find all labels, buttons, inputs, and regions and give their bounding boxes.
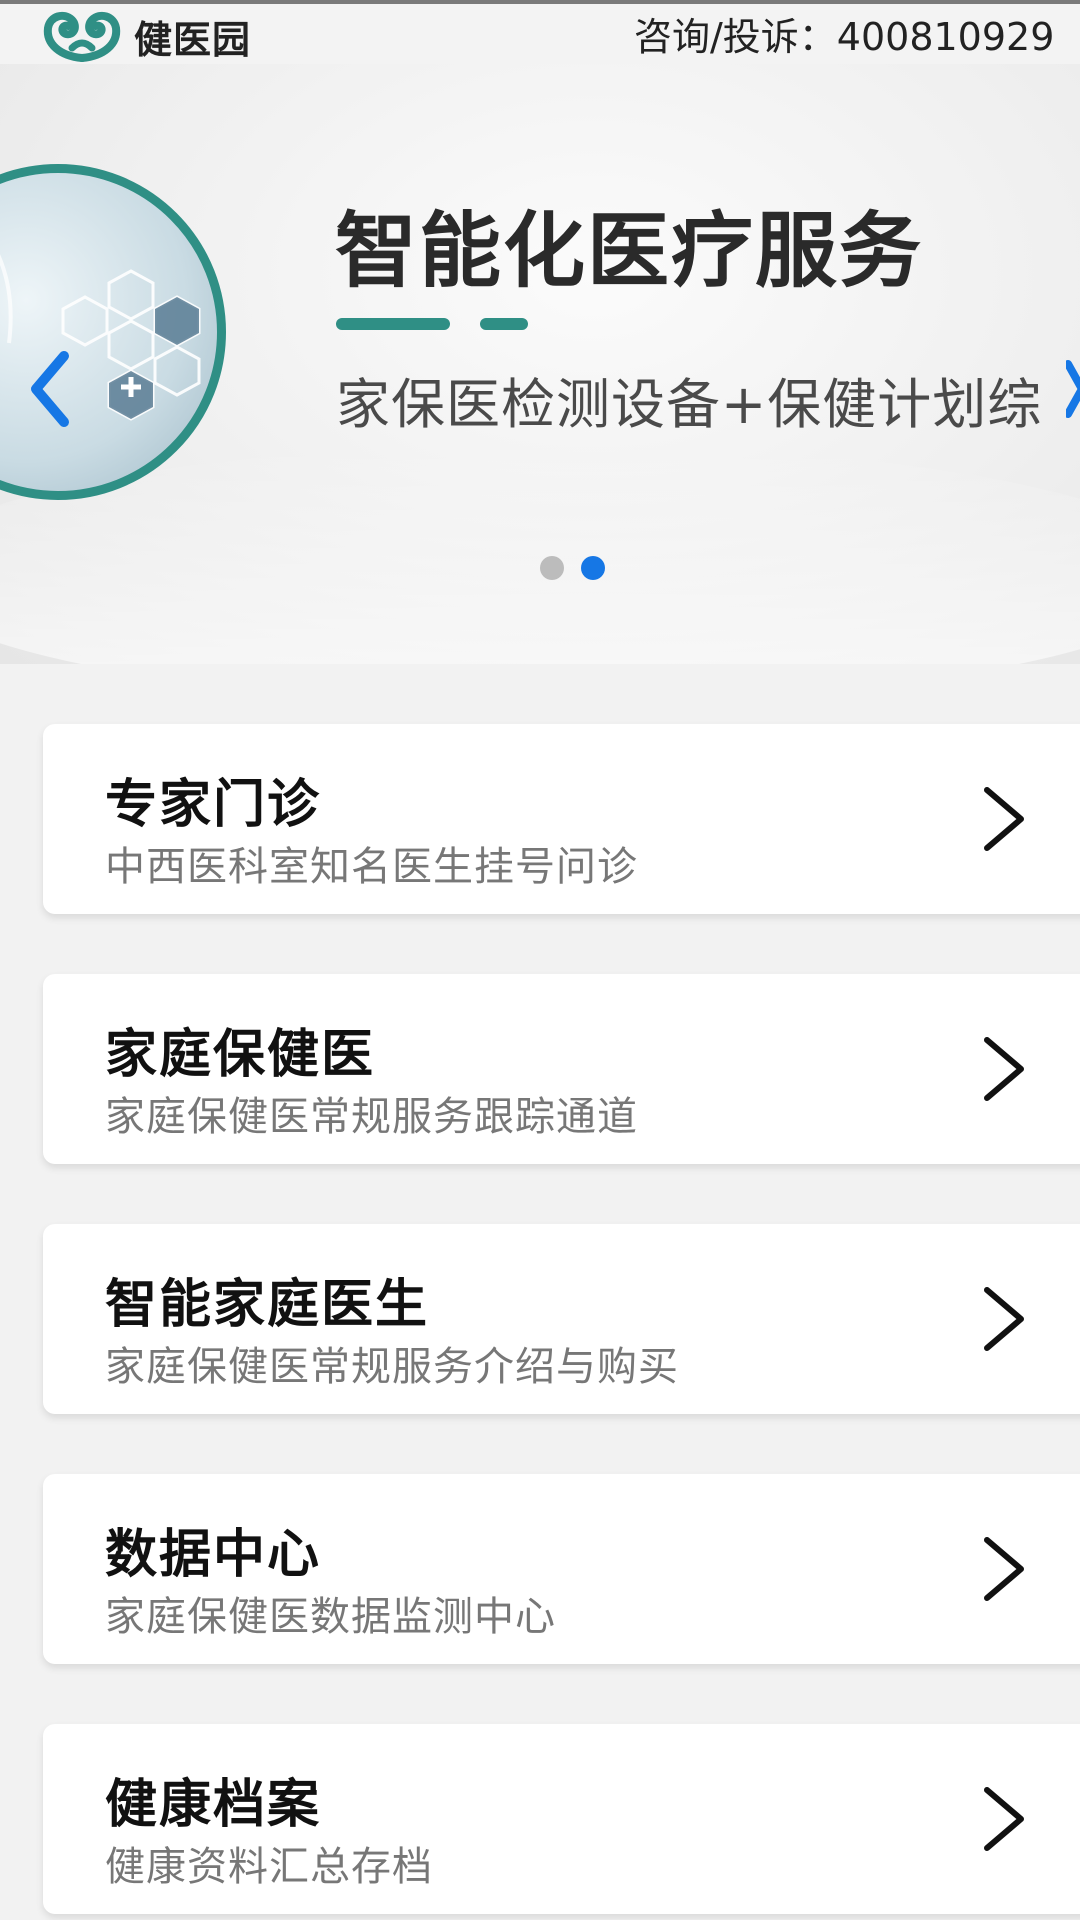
chevron-right-icon	[984, 1787, 1024, 1851]
chevron-left-icon[interactable]	[26, 344, 76, 434]
card-description: 中西医科室知名医生挂号问诊	[105, 844, 638, 890]
banner-accent-bar	[336, 318, 450, 330]
medical-hexagon-icons	[0, 254, 201, 421]
hotline-text: 咨询/投诉：400810929	[634, 15, 1055, 59]
card-description: 家庭保健医常规服务跟踪通道	[105, 1094, 638, 1140]
brand[interactable]: 健医园	[42, 8, 251, 64]
banner-title: 智能化医疗服务	[335, 204, 924, 299]
banner-carousel[interactable]: 智能化医疗服务 家保医检测设备+保健计划综	[0, 64, 1080, 664]
card-title: 健康档案	[105, 1775, 322, 1835]
card-description: 健康资料汇总存档	[105, 1844, 433, 1890]
menu-card-expert-clinic[interactable]: 专家门诊 中西医科室知名医生挂号问诊	[43, 724, 1080, 914]
banner-subtitle: 家保医检测设备+保健计划综	[336, 373, 1043, 436]
brand-name: 健医园	[134, 17, 252, 62]
carousel-dot-2[interactable]	[581, 556, 605, 580]
chevron-right-icon	[984, 1287, 1024, 1351]
card-title: 家庭保健医	[105, 1025, 376, 1085]
logo-icon	[43, 11, 121, 62]
carousel-indicators	[540, 556, 605, 580]
card-description: 家庭保健医数据监测中心	[105, 1594, 556, 1640]
banner-accent-bar-short	[480, 318, 528, 330]
chevron-right-icon[interactable]	[1066, 354, 1080, 424]
chevron-right-icon	[984, 787, 1024, 851]
banner-medical-image	[0, 164, 226, 500]
carousel-dot-1[interactable]	[540, 556, 564, 580]
chevron-right-icon	[984, 1037, 1024, 1101]
app-header: 健医园 咨询/投诉：400810929	[0, 0, 1080, 64]
menu-card-smart-family-doctor[interactable]: 智能家庭医生 家庭保健医常规服务介绍与购买	[43, 1224, 1080, 1414]
card-title: 专家门诊	[105, 775, 322, 835]
card-description: 家庭保健医常规服务介绍与购买	[105, 1344, 679, 1390]
menu-card-health-records[interactable]: 健康档案 健康资料汇总存档	[43, 1724, 1080, 1914]
card-title: 智能家庭医生	[105, 1275, 430, 1335]
card-title: 数据中心	[105, 1525, 322, 1585]
chevron-right-icon	[984, 1537, 1024, 1601]
menu-card-family-doctor[interactable]: 家庭保健医 家庭保健医常规服务跟踪通道	[43, 974, 1080, 1164]
menu-card-data-center[interactable]: 数据中心 家庭保健医数据监测中心	[43, 1474, 1080, 1664]
